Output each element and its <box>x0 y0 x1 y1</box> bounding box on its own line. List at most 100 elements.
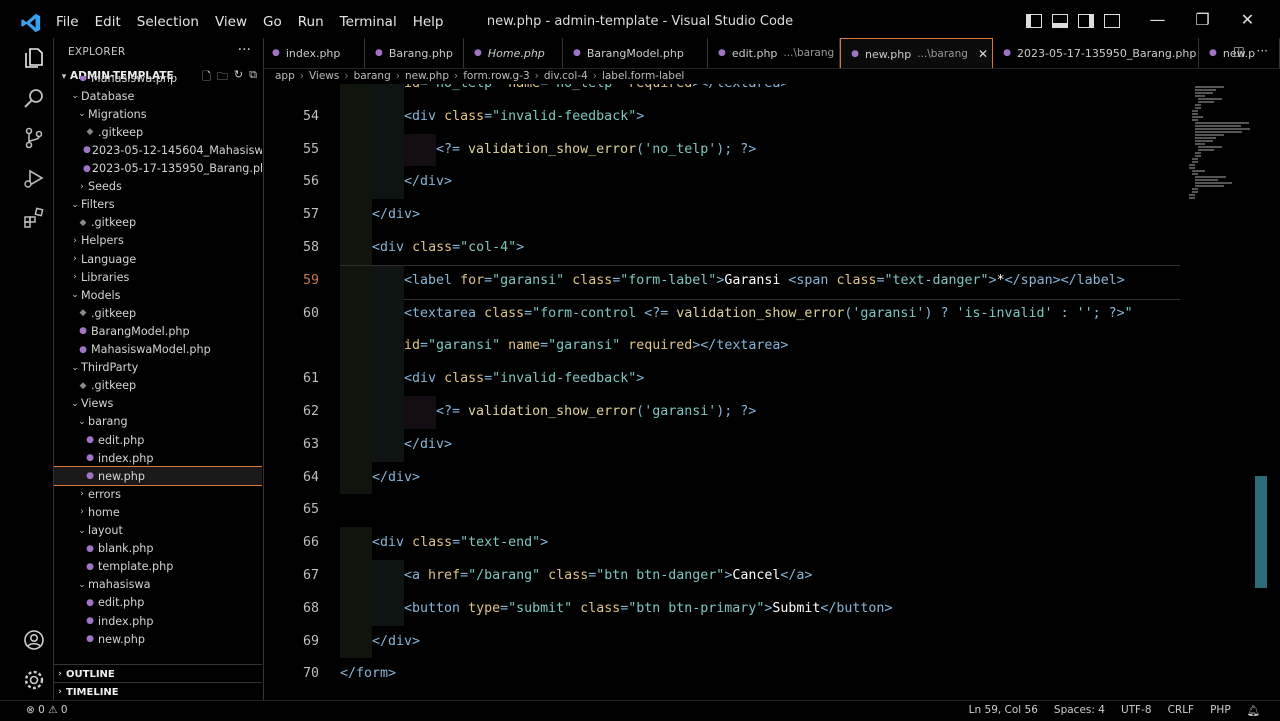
folder-item[interactable]: ⌄ Models <box>54 286 262 304</box>
toggle-secondary-sidebar-icon[interactable] <box>1078 14 1094 28</box>
tab-home-php[interactable]: ● Home.php <box>464 38 563 68</box>
minimap-line <box>1192 158 1198 160</box>
end-of-line[interactable]: CRLF <box>1168 704 1195 717</box>
code-token: ?> <box>740 404 757 419</box>
code-token: div <box>420 436 445 452</box>
menu-item-selection[interactable]: Selection <box>137 14 199 30</box>
php-file-icon: ● <box>86 616 94 626</box>
tree-item-label: MahasiswaModel.php <box>91 343 211 356</box>
folder-item[interactable]: › Seeds <box>54 178 262 196</box>
file-item[interactable]: ● blank.php <box>54 540 262 558</box>
file-item[interactable]: ◆ .gitkeep <box>54 214 262 232</box>
cursor-position[interactable]: Ln 59, Col 56 <box>969 704 1038 717</box>
file-item[interactable]: ◆ .gitkeep <box>54 377 262 395</box>
menu-item-terminal[interactable]: Terminal <box>340 14 397 30</box>
breadcrumb-item[interactable]: div.col-4 <box>544 70 588 82</box>
file-item[interactable]: ● edit.php <box>54 594 262 612</box>
encoding[interactable]: UTF-8 <box>1121 704 1152 717</box>
tree-item-label: mahasiswa <box>88 578 151 592</box>
file-item[interactable]: ● index.php <box>54 449 262 467</box>
run-debug-icon[interactable] <box>22 166 46 190</box>
file-item[interactable]: ●2023-05-12-145604_Mahasiswa... <box>54 141 262 159</box>
line-number: 64 <box>302 469 319 485</box>
folder-item[interactable]: ⌄ barang <box>54 413 262 431</box>
folder-item[interactable]: ⌄ Filters <box>54 196 262 214</box>
code-editor[interactable]: id="no_telp" name="no_telp" required></t… <box>262 84 1262 700</box>
chevron-down-icon: ⌄ <box>78 109 86 120</box>
breadcrumb-item[interactable]: new.php <box>405 70 449 82</box>
folder-item[interactable]: › Helpers <box>54 232 262 250</box>
notifications-bell-icon[interactable]: 🔔︎ <box>1247 704 1260 717</box>
breadcrumb-item[interactable]: Views <box>309 70 339 82</box>
file-item[interactable]: ● BarangModel.php <box>54 322 262 340</box>
maximize-button[interactable]: ❐ <box>1180 10 1225 29</box>
code-token: > <box>884 600 893 616</box>
file-item[interactable]: ● 2023-05-17-135950_Barang.php <box>54 160 262 178</box>
toggle-primary-sidebar-icon[interactable] <box>1026 14 1042 28</box>
breadcrumb-item[interactable]: form.row.g-3 <box>463 70 529 82</box>
folder-item[interactable]: › home <box>54 503 262 521</box>
explorer-more-button[interactable]: ··· <box>238 42 251 58</box>
menu-item-view[interactable]: View <box>215 14 247 30</box>
chevron-down-icon: ⌄ <box>78 416 86 427</box>
folder-item[interactable]: ⌄ Migrations <box>54 105 262 123</box>
menu-item-edit[interactable]: Edit <box>95 14 121 30</box>
timeline-section[interactable]: › TIMELINE <box>54 682 262 701</box>
tab-barang-php[interactable]: ● Barang.php <box>365 38 464 68</box>
chevron-down-icon: ⌄ <box>71 199 79 210</box>
toggle-panel-icon[interactable] <box>1052 14 1068 28</box>
file-item[interactable]: ● edit.php <box>54 431 262 449</box>
indentation[interactable]: Spaces: 4 <box>1054 704 1105 717</box>
code-token: class <box>444 371 485 387</box>
minimize-button[interactable]: — <box>1135 10 1180 29</box>
tab-new-php[interactable]: ● new.php ...\barang ✕ <box>840 38 994 68</box>
split-editor-icon[interactable]: ◫ <box>1233 44 1244 58</box>
folder-item[interactable]: › errors <box>54 485 262 503</box>
breadcrumb-item[interactable]: label.form-label <box>602 70 684 82</box>
folder-item[interactable]: ⌄ ThirdParty <box>54 359 262 377</box>
file-item[interactable]: ● Mahasiswa.php <box>54 76 262 87</box>
code-token: ></ <box>692 84 716 91</box>
file-item[interactable]: ◆ .gitkeep <box>54 304 262 322</box>
language-mode[interactable]: PHP <box>1210 704 1231 717</box>
menu-item-go[interactable]: Go <box>263 14 282 30</box>
file-item[interactable]: ● index.php <box>54 612 262 630</box>
file-item[interactable]: ● new.php <box>54 466 262 487</box>
account-icon[interactable] <box>22 628 46 652</box>
file-item[interactable]: ● template.php <box>54 558 262 576</box>
problems-indicator[interactable]: ⊗ 0 ⚠ 0 <box>26 704 68 716</box>
folder-item[interactable]: › Libraries <box>54 268 262 286</box>
folder-item[interactable]: ⌄ layout <box>54 522 262 540</box>
tab-edit-php[interactable]: ● edit.php ...\barang <box>708 38 841 68</box>
code-token: name <box>508 84 540 91</box>
close-window-button[interactable]: ✕ <box>1225 10 1270 29</box>
menu-item-help[interactable]: Help <box>413 14 444 30</box>
explorer-icon[interactable] <box>22 46 46 70</box>
customize-layout-icon[interactable] <box>1104 14 1120 28</box>
php-file-icon: ● <box>1003 48 1011 58</box>
tab-2023-05-17-135950-barang-php[interactable]: ● 2023-05-17-135950_Barang.php <box>993 38 1200 68</box>
chevron-right-icon: › <box>592 70 597 82</box>
extensions-icon[interactable] <box>22 206 46 230</box>
more-actions-icon[interactable]: ··· <box>1257 44 1268 58</box>
menu-item-file[interactable]: File <box>56 14 79 30</box>
settings-gear-icon[interactable] <box>22 668 46 692</box>
menu-item-run[interactable]: Run <box>298 14 324 30</box>
editor-scrollbar[interactable] <box>1255 476 1267 588</box>
folder-item[interactable]: ⌄ Views <box>54 395 262 413</box>
source-control-icon[interactable] <box>22 126 46 150</box>
tab-barangmodel-php[interactable]: ● BarangModel.php <box>563 38 708 68</box>
close-icon[interactable]: ✕ <box>978 47 988 61</box>
search-icon[interactable] <box>22 86 46 110</box>
outline-section[interactable]: › OUTLINE <box>54 664 262 683</box>
minimap[interactable] <box>1185 86 1255 206</box>
file-item[interactable]: ● MahasiswaModel.php <box>54 341 262 359</box>
folder-item[interactable]: ⌄ Database <box>54 87 262 105</box>
folder-item[interactable]: ⌄ mahasiswa <box>54 576 262 594</box>
file-item[interactable]: ● new.php <box>54 630 262 648</box>
file-item[interactable]: ◆ .gitkeep <box>54 123 262 141</box>
breadcrumb-item[interactable]: app <box>275 70 295 82</box>
folder-item[interactable]: › Language <box>54 250 262 268</box>
tab-index-php[interactable]: ● index.php <box>262 38 365 68</box>
breadcrumb-item[interactable]: barang <box>354 70 391 82</box>
